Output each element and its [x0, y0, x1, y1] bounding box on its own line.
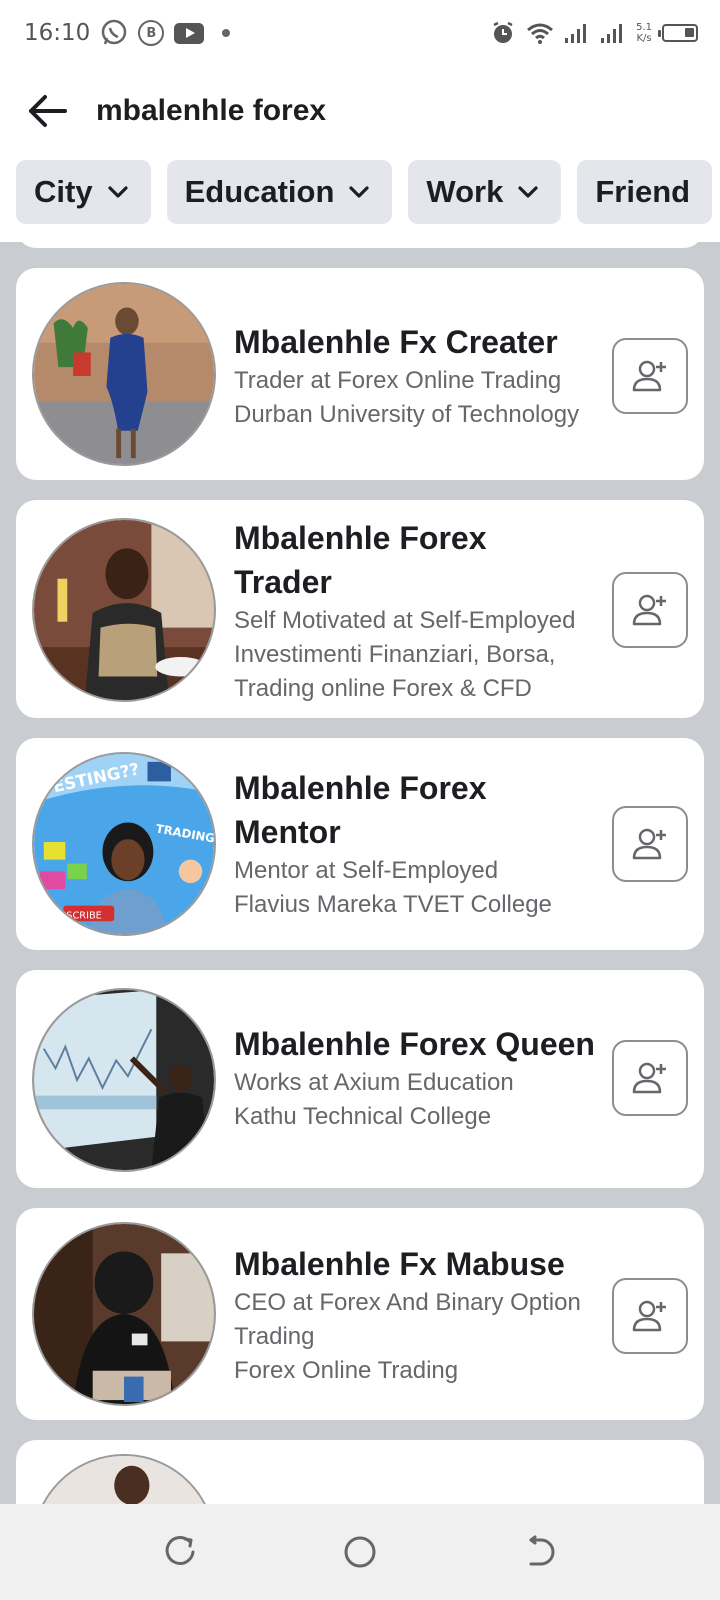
chevron-down-icon [348, 181, 370, 203]
add-friend-button[interactable] [612, 1040, 688, 1116]
person-name[interactable]: Mbalenhle Forex Mentor [234, 766, 614, 854]
add-friend-button[interactable] [612, 338, 688, 414]
avatar[interactable] [32, 282, 216, 466]
name-line: Mbalenhle Forex [234, 770, 487, 806]
detail-line: Works at Axium Education [234, 1069, 514, 1096]
filter-label: Work [426, 174, 504, 209]
home-button[interactable] [340, 1532, 380, 1572]
add-friend-button[interactable] [612, 1278, 688, 1354]
signal-icon-sim1 [564, 22, 590, 44]
name-line: Mbalenhle Fx Mabuse [234, 1246, 565, 1282]
back-arrow-icon [29, 95, 67, 127]
previous-card-edge [16, 242, 704, 248]
avatar[interactable] [32, 518, 216, 702]
back-button[interactable] [0, 66, 90, 156]
back-nav-button[interactable] [520, 1532, 560, 1572]
add-friend-button[interactable] [612, 806, 688, 882]
add-friend-icon [632, 594, 666, 626]
add-friend-icon [632, 1300, 666, 1332]
search-header: mbalenhle forex [0, 66, 720, 156]
result-card[interactable]: VESTING?? TRADING SCRIBE Mbalenhle Forex… [16, 738, 704, 950]
person-name[interactable]: Mbalenhle Forex Trader [234, 516, 614, 604]
system-nav-bar [0, 1504, 720, 1600]
name-line: Mbalenhle Forex Queen [234, 1026, 595, 1062]
network-speed: 5.1 K/s [636, 22, 652, 44]
battery-icon [658, 24, 698, 42]
network-speed-unit: K/s [636, 33, 652, 44]
detail-line: Investimenti Finanziari, Borsa, [234, 641, 556, 668]
detail-line: Mentor at Self-Employed [234, 857, 499, 884]
detail-line: Kathu Technical College [234, 1103, 492, 1130]
filter-education[interactable]: Education [166, 160, 393, 224]
search-query[interactable]: mbalenhle forex [96, 94, 326, 128]
result-text: Mbalenhle Forex Queen Works at Axium Edu… [234, 1022, 614, 1134]
add-friend-icon [632, 828, 666, 860]
filter-friends[interactable]: Friend [577, 160, 713, 224]
avatar[interactable] [32, 1222, 216, 1406]
status-bar: 16:10 B 5.1 K/s [0, 0, 720, 66]
filter-label: Friend [595, 174, 691, 209]
person-name[interactable]: Mbalenhle Fx Mabuse [234, 1242, 614, 1286]
filter-row: City Education Work Friend [16, 160, 713, 226]
result-card[interactable]: Mbalenhle Forex Trader Self Motivated at… [16, 500, 704, 718]
filter-work[interactable]: Work [408, 160, 562, 224]
result-text: Mbalenhle Forex Trader Self Motivated at… [234, 516, 614, 706]
business-b-icon: B [138, 20, 165, 46]
name-line: Mentor [234, 814, 341, 850]
person-name[interactable]: Mbalenhle Forex Queen [234, 1022, 614, 1066]
recent-apps-icon [165, 1536, 195, 1565]
avatar[interactable] [32, 988, 216, 1172]
home-circle-icon [344, 1536, 376, 1568]
result-text: Mbalenhle Forex Mentor Mentor at Self-Em… [234, 766, 614, 922]
youtube-icon [174, 22, 205, 44]
detail-line: Trading [234, 1323, 315, 1350]
chevron-down-icon [107, 181, 129, 203]
detail-line: Flavius Mareka TVET College [234, 891, 552, 918]
detail-line: Self Motivated at Self-Employed [234, 607, 576, 634]
result-card[interactable]: Mbalenhle Forex Queen Works at Axium Edu… [16, 970, 704, 1188]
filter-label: Education [184, 174, 335, 209]
detail-line: Forex Online Trading [234, 1357, 459, 1384]
wifi-icon [526, 22, 554, 44]
add-friend-button[interactable] [612, 572, 688, 648]
results-list: Mbalenhle Fx Creater Trader at Forex Onl… [0, 242, 720, 1504]
person-name[interactable]: Mbalenhle Fx Creater [234, 320, 614, 364]
avatar[interactable]: VESTING?? TRADING SCRIBE [32, 752, 216, 936]
avatar[interactable] [32, 1454, 216, 1504]
avatar-text-subscribe: SCRIBE [66, 910, 102, 921]
name-line: Mbalenhle Forex [234, 520, 487, 556]
add-friend-icon [632, 360, 666, 392]
signal-icon-sim2 [600, 22, 626, 44]
notification-dot-icon [222, 29, 231, 37]
status-time: 16:10 [24, 20, 91, 46]
result-card[interactable]: Mbalenhle Fx Creater Trader at Forex Onl… [16, 268, 704, 480]
result-card[interactable]: Mbalenhle Fx Mabuse CEO at Forex And Bin… [16, 1208, 704, 1420]
detail-line: Durban University of Technology [234, 401, 580, 428]
filter-city[interactable]: City [16, 160, 151, 224]
recent-apps-button[interactable] [160, 1532, 200, 1572]
detail-line: Trading online Forex & CFD [234, 675, 532, 702]
result-text: Mbalenhle Fx Creater Trader at Forex Onl… [234, 320, 614, 432]
alarm-icon [490, 20, 516, 46]
whatsapp-icon [100, 19, 128, 47]
name-line: Trader [234, 564, 332, 600]
detail-line: CEO at Forex And Binary Option [234, 1289, 581, 1316]
detail-line: Trader at Forex Online Trading [234, 367, 562, 394]
result-card[interactable] [16, 1440, 704, 1504]
chevron-down-icon [517, 181, 539, 203]
name-line: Mbalenhle Fx Creater [234, 324, 558, 360]
filter-label: City [34, 174, 93, 209]
network-speed-value: 5.1 [636, 22, 652, 33]
add-friend-icon [632, 1062, 666, 1094]
result-text: Mbalenhle Fx Mabuse CEO at Forex And Bin… [234, 1242, 614, 1388]
back-nav-icon [529, 1535, 555, 1566]
